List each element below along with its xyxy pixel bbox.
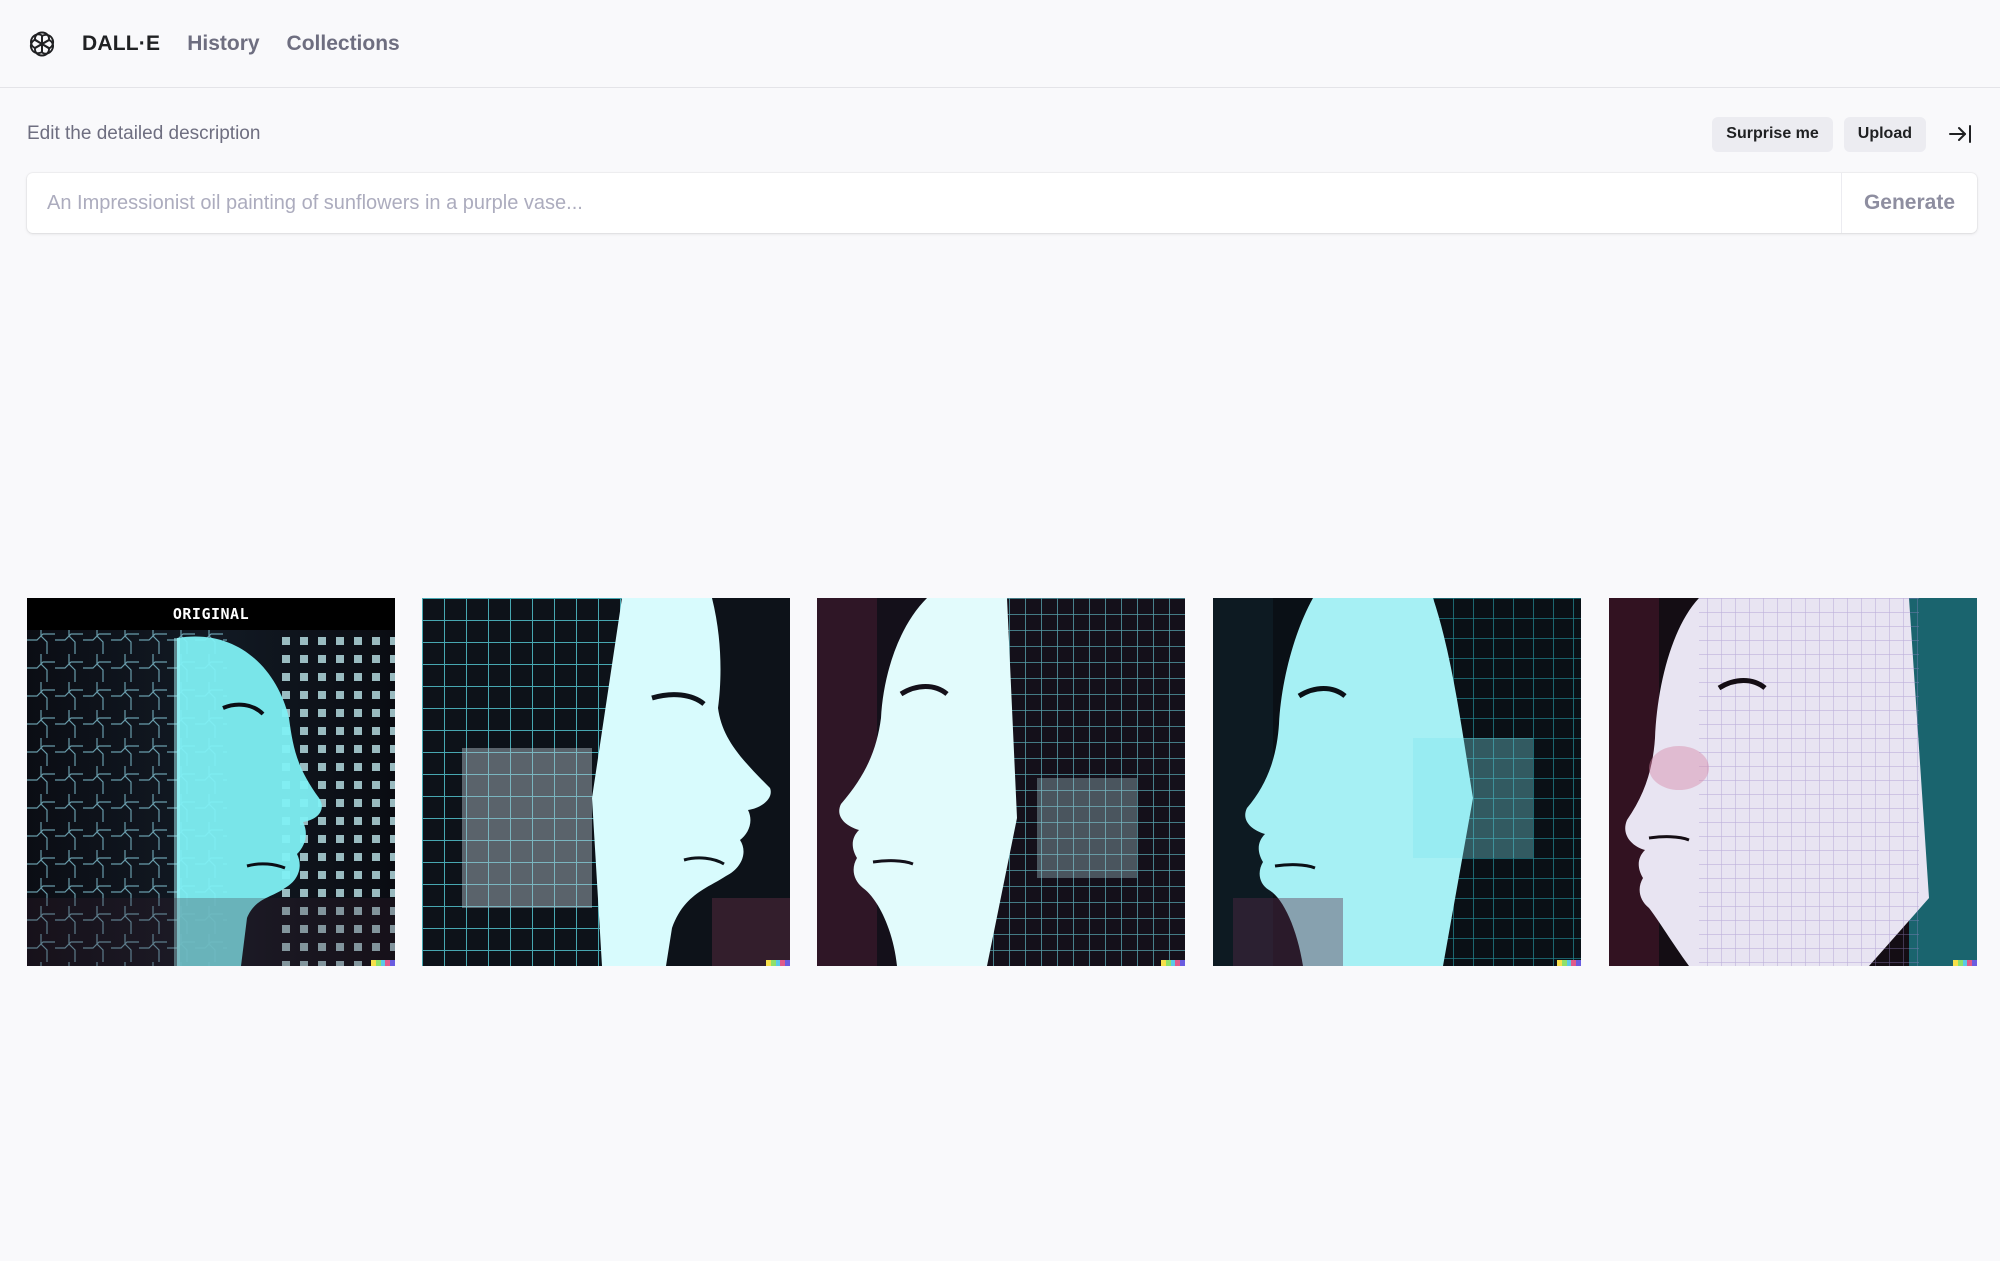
prompt-input[interactable] <box>27 173 1841 233</box>
image-gallery: ORIGINAL <box>27 598 1977 966</box>
image-tile-original[interactable]: ORIGINAL <box>27 598 395 966</box>
description-row: Edit the detailed description Surprise m… <box>27 116 1977 152</box>
prompt-box: Generate <box>27 173 1977 233</box>
image-tile-variation[interactable] <box>1213 598 1581 966</box>
signature-icon <box>766 960 790 966</box>
generated-image <box>817 598 1185 966</box>
image-tile-variation[interactable] <box>422 598 790 966</box>
top-bar: DALL·E History Collections <box>0 0 2000 88</box>
generated-image <box>1609 598 1977 966</box>
image-tile-variation[interactable] <box>817 598 1185 966</box>
brand-title[interactable]: DALL·E <box>82 32 160 56</box>
signature-icon <box>371 960 395 966</box>
generated-image <box>1213 598 1581 966</box>
description-label: Edit the detailed description <box>27 123 261 144</box>
description-actions: Surprise me Upload <box>1712 116 1977 152</box>
nav-collections[interactable]: Collections <box>287 32 400 56</box>
signature-icon <box>1557 960 1581 966</box>
generated-image <box>27 598 395 966</box>
openai-logo-icon[interactable] <box>27 29 57 59</box>
nav-history[interactable]: History <box>187 32 259 56</box>
upload-button[interactable]: Upload <box>1843 116 1926 152</box>
image-tile-variation[interactable] <box>1609 598 1977 966</box>
collapse-panel-icon[interactable] <box>1943 117 1977 151</box>
signature-icon <box>1161 960 1185 966</box>
surprise-me-button[interactable]: Surprise me <box>1712 116 1833 152</box>
signature-icon <box>1953 960 1977 966</box>
original-badge: ORIGINAL <box>27 598 395 630</box>
generated-image <box>422 598 790 966</box>
generate-button[interactable]: Generate <box>1841 173 1977 233</box>
